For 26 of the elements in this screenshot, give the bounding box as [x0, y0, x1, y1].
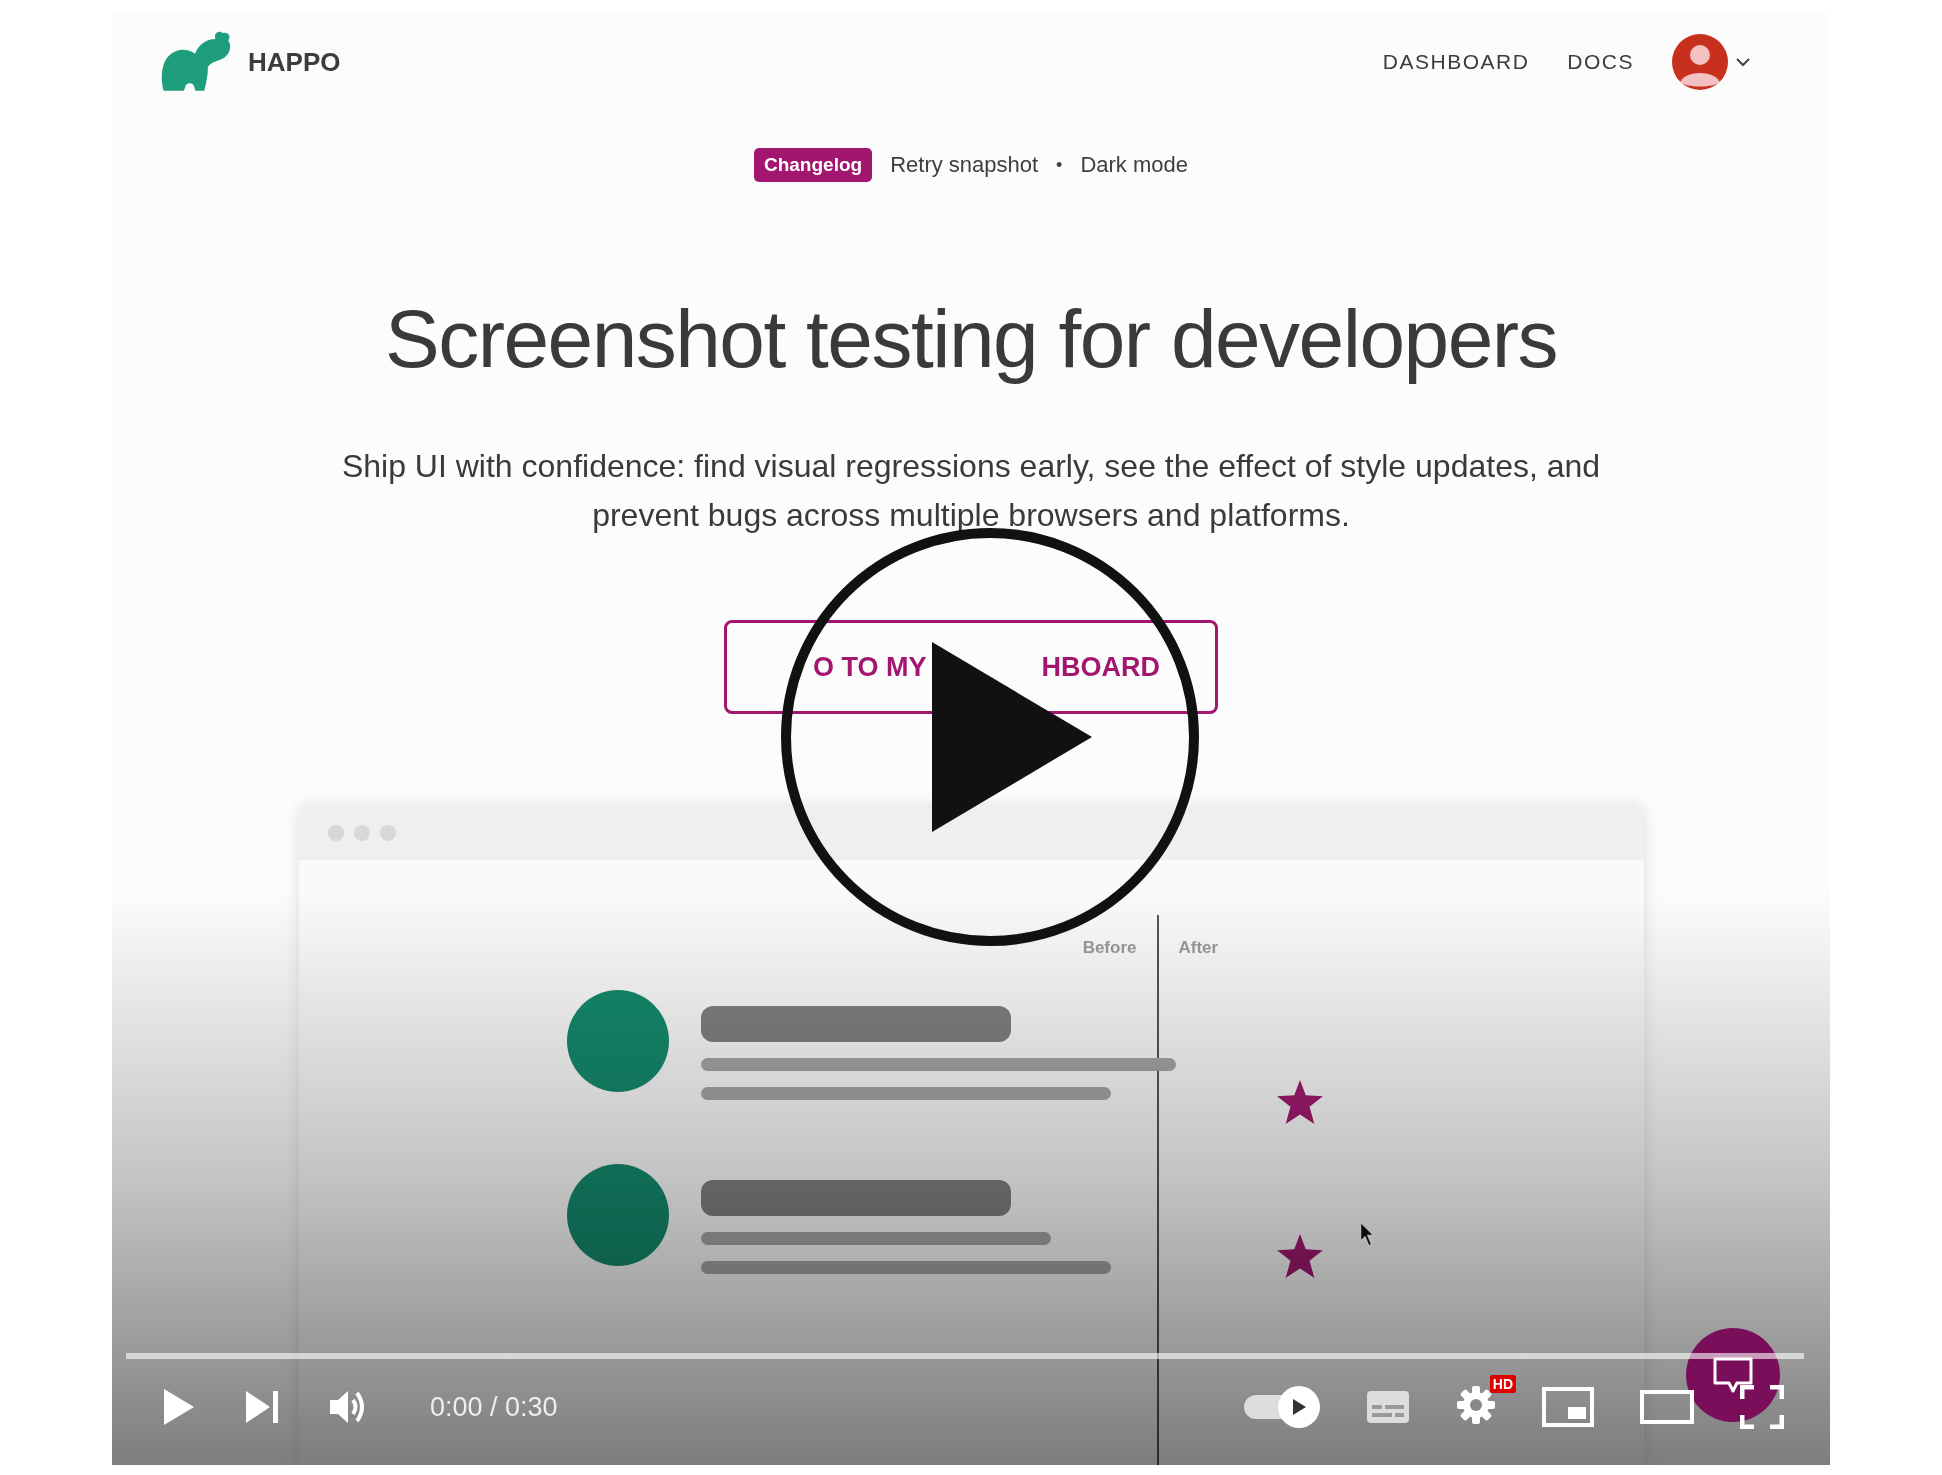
miniplayer-icon[interactable]: [1542, 1387, 1594, 1427]
brand-name[interactable]: HAPPO: [248, 46, 341, 78]
nav-link[interactable]: DOCS: [1567, 50, 1634, 74]
fullscreen-icon[interactable]: [1740, 1385, 1784, 1429]
avatar-placeholder-icon: [566, 990, 669, 1092]
star-icon: [1276, 1234, 1323, 1278]
play-icon: [1291, 1398, 1307, 1416]
before-label: Before: [1082, 938, 1137, 958]
avatar-placeholder-icon: [566, 1164, 669, 1266]
nav-link[interactable]: DASHBOARD: [1382, 50, 1530, 74]
changelog-link[interactable]: Dark mode: [1080, 152, 1188, 178]
subtitle: Ship UI with confidence: find visual regressions early, see the effect of style updates, and prevent bugs across multiple browsers and platforms.: [340, 447, 1602, 535]
after-label: After: [1178, 938, 1220, 958]
changelog-link[interactable]: Retry snapshot: [890, 152, 1039, 178]
headline: Screenshot testing for developers: [384, 292, 1558, 386]
caret-icon[interactable]: [1736, 57, 1750, 67]
avatar-icon[interactable]: [1672, 34, 1728, 90]
subtitles-icon[interactable]: [1366, 1390, 1410, 1424]
star-icon: [1276, 1080, 1323, 1124]
chat-icon: [1711, 1355, 1755, 1395]
separator-dot: •: [1056, 154, 1063, 176]
time-display: 0:00 / 0:30: [430, 1391, 558, 1423]
next-icon[interactable]: [244, 1389, 280, 1425]
changelog-badge[interactable]: Changelog: [753, 148, 873, 182]
theater-mode-icon[interactable]: [1640, 1390, 1694, 1424]
hd-badge: HD: [1489, 1375, 1516, 1393]
